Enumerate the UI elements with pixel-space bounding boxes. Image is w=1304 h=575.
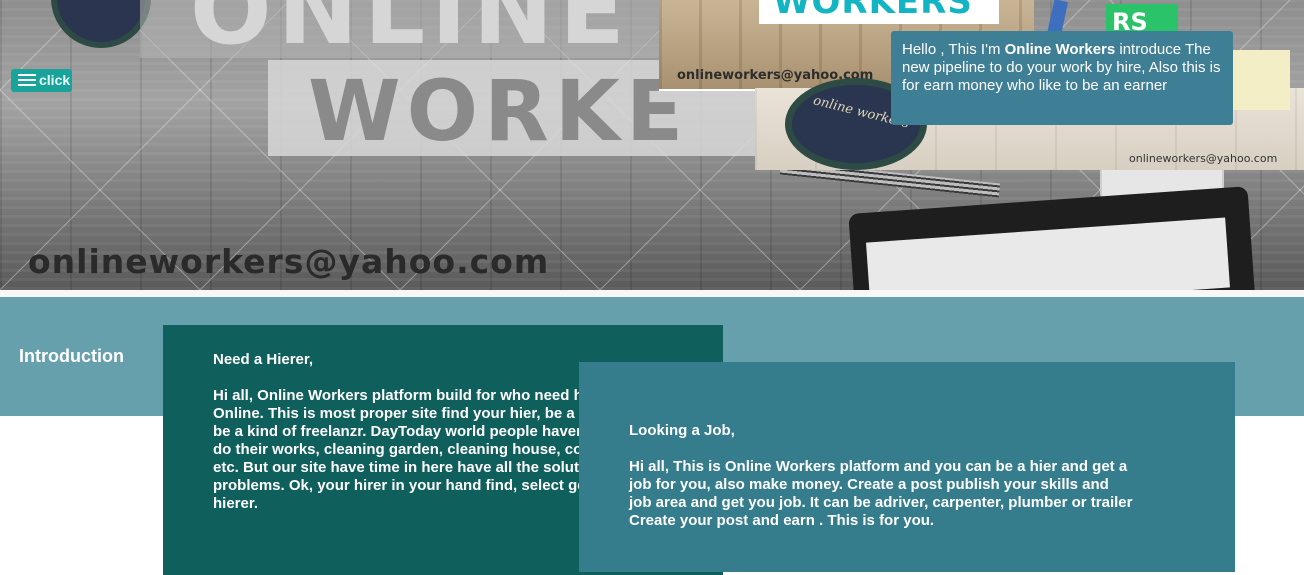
hero-email: onlineworkers@yahoo.com [28, 242, 550, 281]
hero-banner: ONLINE WORKE onlineworkers@yahoo.com WOR… [0, 0, 1304, 290]
sticky-note [1230, 50, 1290, 110]
looking-job-title: Looking a Job, [629, 422, 735, 439]
divider [0, 290, 1304, 297]
intro-brand: Online Workers [1004, 41, 1116, 58]
menu-button[interactable]: click [11, 69, 72, 92]
menu-button-label: click [39, 72, 71, 88]
hamburger-icon [18, 74, 36, 88]
intro-popup: Hello , This I'm Online Workers introduc… [891, 31, 1233, 125]
intro-prefix: Hello , This I'm [902, 41, 1005, 58]
looking-job-card: Looking a Job, Hi all, This is Online Wo… [579, 362, 1235, 572]
introduction-heading: Introduction [19, 346, 124, 366]
inset-workers-banner: WORKERS [759, 0, 999, 24]
looking-job-text: Hi all, This is Online Workers platform … [629, 458, 1133, 529]
inset-mid-email: onlineworkers@yahoo.com [1129, 152, 1278, 165]
hero-word-online: ONLINE [140, 0, 660, 66]
